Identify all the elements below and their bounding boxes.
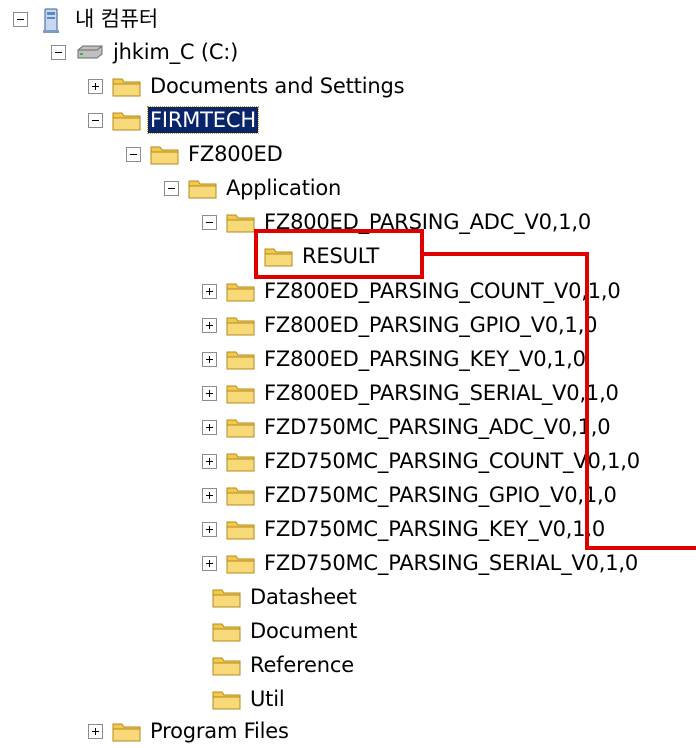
tree-node-program-files[interactable]: Program Files [88,714,291,748]
highlight-connector [421,252,589,256]
folder-icon [212,688,242,710]
tree-node-fz800ed[interactable]: FZ800ED [126,137,285,171]
tree-label: FZD750MC_PARSING_KEY_V0,1,0 [264,517,606,541]
highlight-box [254,229,424,279]
folder-icon [226,348,256,370]
collapse-toggle[interactable] [88,112,103,128]
tree-label: FZ800ED_PARSING_SERIAL_V0,1,0 [264,381,619,405]
tree-node-application[interactable]: Application [164,171,343,205]
folder-icon [188,177,218,199]
tree-node-document[interactable]: Document [188,614,359,648]
expand-toggle[interactable] [202,453,217,469]
folder-icon [150,143,180,165]
folder-icon [226,211,256,233]
folder-icon [226,382,256,404]
folder-icon [226,314,256,336]
folder-icon [112,720,142,742]
tree-label: Datasheet [250,585,357,609]
tree-label: Documents and Settings [150,74,405,98]
collapse-toggle[interactable] [51,44,66,60]
highlight-connector [585,546,696,550]
expand-toggle[interactable] [202,385,217,401]
folder-icon [112,109,142,131]
tree-node-util[interactable]: Util [188,682,286,716]
tree-label: FZD750MC_PARSING_ADC_V0,1,0 [264,415,611,439]
folder-icon [212,654,242,676]
collapse-toggle[interactable] [202,214,217,230]
folder-icon [226,450,256,472]
expand-toggle[interactable] [202,283,217,299]
tree-node-datasheet[interactable]: Datasheet [188,580,359,614]
expand-toggle[interactable] [88,723,103,739]
collapse-toggle[interactable] [164,180,179,196]
tree-label-selected: FIRMTECH [147,106,259,134]
tree-node-firmtech[interactable]: FIRMTECH [88,103,259,137]
tree-label: FZ800ED_PARSING_COUNT_V0,1,0 [264,279,621,303]
tree-node-drive[interactable]: jhkim_C (C:) [51,35,240,69]
tree-label: FZ800ED_PARSING_GPIO_V0,1,0 [264,313,598,337]
folder-icon [112,75,142,97]
tree-label: Document [250,619,358,643]
tree-node-documents-and-settings[interactable]: Documents and Settings [88,69,406,103]
tree-node-app-child[interactable]: FZD750MC_PARSING_GPIO_V0,1,0 [202,478,619,512]
tree-label: FZ800ED [188,142,283,166]
expand-toggle[interactable] [88,78,103,94]
tree-node-app-child[interactable]: FZ800ED_PARSING_GPIO_V0,1,0 [202,308,599,342]
tree-label: Reference [250,653,354,677]
tree-label: FZD750MC_PARSING_GPIO_V0,1,0 [264,483,617,507]
tree-node-app-child[interactable]: FZD750MC_PARSING_SERIAL_V0,1,0 [202,546,640,580]
tree-label: jhkim_C (C:) [113,40,239,64]
tree-label: FZ800ED_PARSING_KEY_V0,1,0 [264,347,586,371]
tree-node-my-computer[interactable]: 내 컴퓨터 [13,2,160,36]
hard-drive-icon [75,41,105,63]
collapse-toggle[interactable] [13,11,28,27]
tree-node-app-child[interactable]: FZ800ED_PARSING_COUNT_V0,1,0 [202,274,623,308]
tree-label: Util [250,687,285,711]
tree-label: FZD750MC_PARSING_SERIAL_V0,1,0 [264,551,639,575]
tree-label: 내 컴퓨터 [75,7,158,31]
folder-icon [226,416,256,438]
expand-toggle[interactable] [202,521,217,537]
tree-node-reference[interactable]: Reference [188,648,356,682]
tree-node-app-child[interactable]: FZD750MC_PARSING_ADC_V0,1,0 [202,410,612,444]
collapse-toggle[interactable] [126,146,141,162]
tree-label: Application [226,176,342,200]
folder-icon [226,280,256,302]
folder-tree: 내 컴퓨터 jhkim_C (C:) Documents and Setting… [0,0,696,747]
tree-node-app-child[interactable]: FZ800ED_PARSING_KEY_V0,1,0 [202,342,588,376]
tree-label: Program Files [150,719,289,743]
tree-node-app-child[interactable]: FZD750MC_PARSING_KEY_V0,1,0 [202,512,607,546]
folder-icon [226,552,256,574]
tree-node-app-child[interactable]: FZD750MC_PARSING_COUNT_V0,1,0 [202,444,642,478]
my-computer-icon [37,8,67,33]
highlight-connector [585,252,589,550]
expand-toggle[interactable] [202,419,217,435]
expand-toggle[interactable] [202,487,217,503]
folder-icon [212,586,242,608]
folder-icon [226,518,256,540]
expand-toggle[interactable] [202,317,217,333]
folder-icon [226,484,256,506]
tree-node-app-child[interactable]: FZ800ED_PARSING_SERIAL_V0,1,0 [202,376,621,410]
folder-icon [212,620,242,642]
expand-toggle[interactable] [202,351,217,367]
expand-toggle[interactable] [202,555,217,571]
